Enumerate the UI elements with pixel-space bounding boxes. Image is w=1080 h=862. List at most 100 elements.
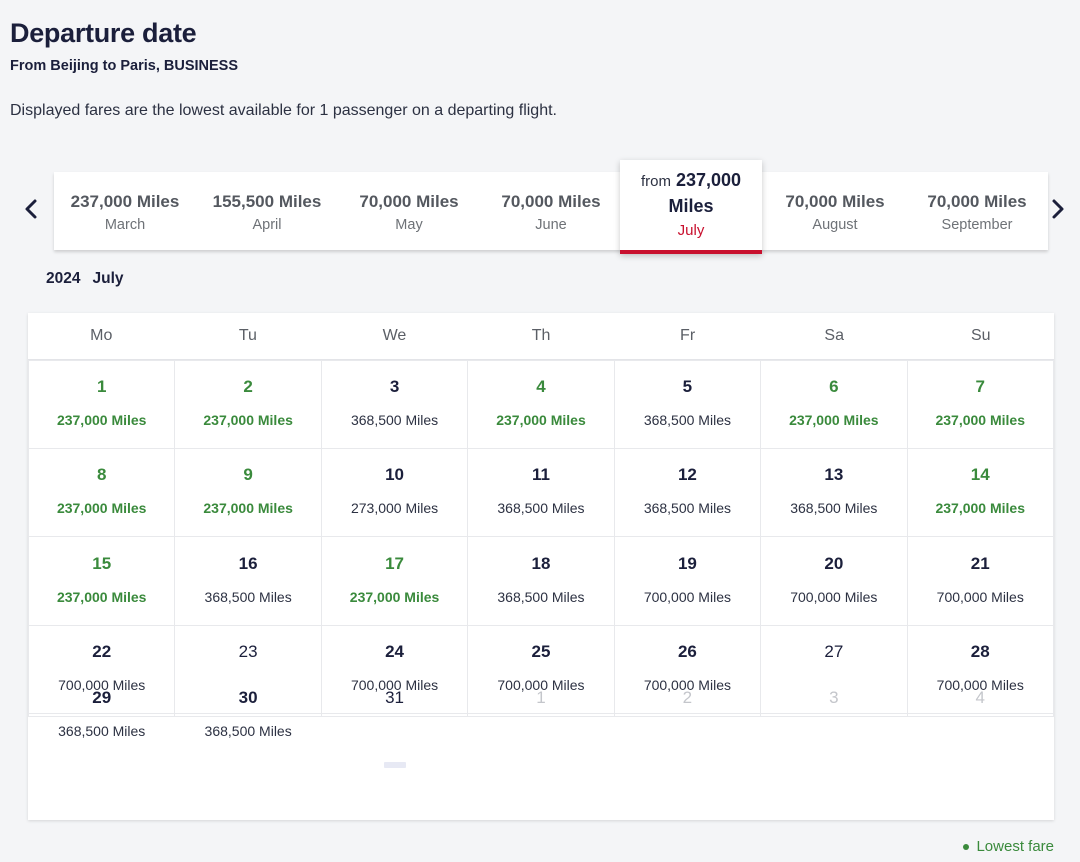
day-number: 9 <box>243 465 253 485</box>
page-title: Departure date <box>10 18 197 48</box>
from-label: from <box>640 172 671 190</box>
day-fare: 237,000 Miles <box>203 412 293 429</box>
month-tab-may[interactable]: 70,000 Miles May <box>338 172 480 250</box>
calendar-day-cell[interactable]: 5 368,500 Miles <box>614 360 762 449</box>
calendar-day-cell: 1 <box>468 688 615 717</box>
route-summary: From Beijing to Paris, BUSINESS <box>10 58 239 74</box>
day-fare: 368,500 Miles <box>204 588 292 605</box>
month-tab-march[interactable]: 237,000 Miles March <box>54 172 196 250</box>
day-number: 25 <box>531 642 551 662</box>
day-fare: 273,000 Miles <box>350 500 439 517</box>
calendar-week-row: 8 237,000 Miles 9 237,000 Miles 10 273,000 Mi… <box>28 448 1054 537</box>
calendar-day-cell[interactable]: 15 237,000 Miles <box>28 537 176 626</box>
fare-loading-placeholder <box>383 762 406 768</box>
month-tab-april[interactable]: 155,500 Miles April <box>196 172 338 250</box>
month-carousel: 237,000 Miles March 155,500 Miles April … <box>0 160 1080 260</box>
weekday-we: We <box>382 327 407 344</box>
day-number: 21 <box>970 553 990 573</box>
calendar-day-cell[interactable]: 12 368,500 Miles <box>614 448 762 537</box>
month-tab-price: 237,000 Miles <box>70 191 180 211</box>
calendar-month-label: 2024 July <box>46 270 124 288</box>
calendar-day-cell[interactable]: 30 368,500 Miles <box>175 688 322 739</box>
month-tab-august[interactable]: 70,000 Miles August <box>764 172 906 250</box>
calendar-day-cell[interactable]: 14 237,000 Miles <box>907 448 1054 537</box>
day-number: 16 <box>238 553 258 573</box>
calendar-grid: 1 237,000 Miles 2 237,000 Miles 3 368,500 Mil… <box>28 359 1054 768</box>
calendar-day-cell[interactable]: 29 368,500 Miles <box>28 688 176 739</box>
weekday-su: Su <box>970 327 991 344</box>
calendar-day-cell[interactable]: 13 368,500 Miles <box>761 448 908 537</box>
legend-lowest-fare: Lowest fare <box>963 838 1054 855</box>
month-tab-price: 70,000 Miles <box>927 191 1027 211</box>
calendar-day-cell: 2 <box>614 688 762 717</box>
month-tab-label: July <box>677 221 705 239</box>
calendar-day-cell[interactable]: 7 237,000 Miles <box>907 360 1054 449</box>
calendar-day-cell[interactable]: 17 237,000 Miles <box>321 537 469 626</box>
calendar-day-cell[interactable]: 20 700,000 Miles <box>761 537 908 626</box>
day-number: 2 <box>682 688 693 707</box>
calendar-day-cell: 3 <box>761 688 908 717</box>
month-tab-july-selected[interactable]: from 237,000 Miles July <box>620 160 762 254</box>
day-number: 30 <box>238 688 258 707</box>
day-number: 14 <box>970 465 990 485</box>
day-number: 4 <box>536 377 546 397</box>
month-tab-label: March <box>104 216 146 233</box>
calendar-day-cell[interactable]: 11 368,500 Miles <box>468 448 615 537</box>
day-number: 7 <box>975 377 985 397</box>
day-number: 23 <box>238 642 258 662</box>
calendar-day-cell[interactable]: 21 700,000 Miles <box>907 537 1054 626</box>
legend-label: Lowest fare <box>976 838 1054 855</box>
calendar-week-row: 15 237,000 Miles 16 368,500 Miles 17 237,000 … <box>28 537 1054 626</box>
calendar-day-cell[interactable]: 1 237,000 Miles <box>28 360 176 449</box>
day-number: 1 <box>536 688 546 707</box>
day-fare: 368,500 Miles <box>204 723 292 739</box>
month-tab-label: April <box>252 216 282 233</box>
month-tab-june[interactable]: 70,000 Miles June <box>480 172 622 250</box>
day-number: 20 <box>824 553 844 573</box>
month-tab-price: 70,000 Miles <box>785 191 885 211</box>
month-tab-list: 237,000 Miles March 155,500 Miles April … <box>54 160 1048 254</box>
day-fare: 700,000 Miles <box>936 588 1024 605</box>
month-tab-label: June <box>535 216 567 233</box>
weekday-th: Th <box>531 327 551 344</box>
month-tab-label: September <box>941 216 1013 233</box>
calendar-day-cell[interactable]: 8 237,000 Miles <box>28 448 176 537</box>
day-number: 2 <box>243 377 253 397</box>
calendar-week-row: 1 237,000 Miles 2 237,000 Miles 3 368,500 Mil… <box>28 360 1054 449</box>
fare-calendar: Mo Tu We Th Fr Sa Su 1 237,000 Miles 2 237,… <box>28 313 1054 820</box>
day-fare: 237,000 Miles <box>349 588 440 605</box>
calendar-day-cell[interactable]: 9 237,000 Miles <box>175 448 322 537</box>
calendar-day-cell[interactable]: 18 368,500 Miles <box>468 537 615 626</box>
calendar-day-cell[interactable]: 16 368,500 Miles <box>175 537 322 626</box>
month-tab-price: from 237,000 Miles <box>628 168 754 219</box>
day-fare: 368,500 Miles <box>350 412 439 429</box>
day-fare: 700,000 Miles <box>790 588 878 605</box>
day-number: 22 <box>92 642 112 662</box>
calendar-day-cell[interactable]: 2 237,000 Miles <box>175 360 322 449</box>
day-number: 29 <box>92 688 112 707</box>
calendar-day-cell[interactable]: 4 237,000 Miles <box>468 360 615 449</box>
day-fare: 700,000 Miles <box>643 588 731 605</box>
day-number: 15 <box>92 553 112 573</box>
day-fare: 237,000 Miles <box>496 412 586 429</box>
weekday-mo: Mo <box>90 327 113 344</box>
calendar-day-cell[interactable]: 31 <box>321 688 469 768</box>
day-number: 3 <box>829 688 839 707</box>
calendar-day-cell[interactable]: 10 273,000 Miles <box>321 448 469 537</box>
day-fare: 237,000 Miles <box>56 588 147 605</box>
calendar-day-cell[interactable]: 3 368,500 Miles <box>321 360 469 449</box>
day-number: 19 <box>677 553 697 573</box>
day-fare: 237,000 Miles <box>56 500 147 517</box>
weekday-sa: Sa <box>824 327 844 344</box>
day-fare: 237,000 Miles <box>56 412 147 429</box>
weekday-tu: Tu <box>238 327 257 344</box>
day-number: 27 <box>824 642 844 662</box>
month-tab-september[interactable]: 70,000 Miles September <box>906 172 1048 250</box>
day-number: 12 <box>677 465 697 485</box>
calendar-day-cell[interactable]: 19 700,000 Miles <box>614 537 762 626</box>
day-fare: 368,500 Miles <box>497 588 585 605</box>
chevron-left-icon <box>24 198 38 220</box>
carousel-prev-button[interactable] <box>16 194 46 224</box>
calendar-day-cell[interactable]: 6 237,000 Miles <box>761 360 908 449</box>
day-number: 6 <box>829 377 839 397</box>
